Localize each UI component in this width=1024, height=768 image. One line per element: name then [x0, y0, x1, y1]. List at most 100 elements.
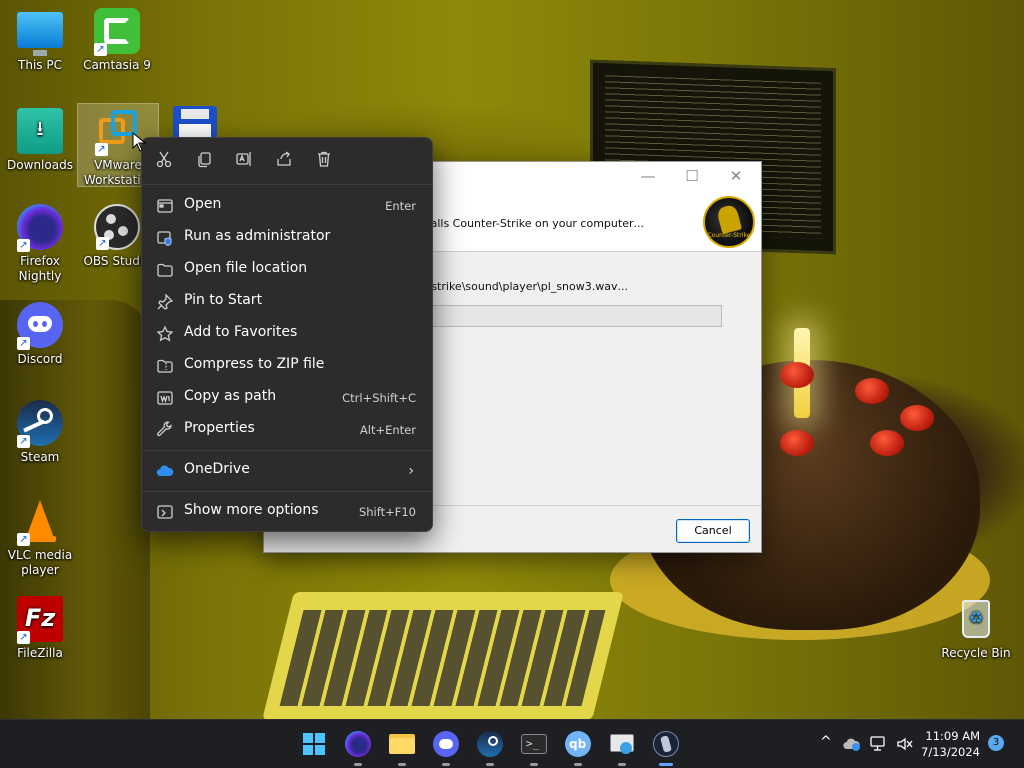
background-keyboard: [262, 592, 624, 720]
copy-path-icon: [156, 389, 174, 407]
menu-item-label: Pin to Start: [184, 292, 263, 308]
network-icon[interactable]: [870, 720, 890, 768]
folder-icon: [156, 261, 174, 279]
downloads-folder-icon: ⭳: [17, 108, 63, 154]
menu-item-label: Open file location: [184, 260, 308, 276]
taskbar-steam-icon[interactable]: [474, 728, 506, 766]
counter-strike-logo: Counter-Strike: [703, 196, 755, 248]
obs-studio-icon: ↗: [94, 204, 140, 250]
background-cherry: [855, 378, 889, 404]
menu-item-compress-to-zip[interactable]: Compress to ZIP file: [146, 350, 428, 380]
filezilla-icon: Fz ↗: [17, 596, 63, 644]
open-icon: [156, 197, 174, 215]
discord-icon: ↗: [17, 302, 63, 350]
shortcut-arrow-icon: ↗: [17, 533, 30, 546]
desktop-icon-discord[interactable]: ↗ Discord: [0, 302, 80, 367]
taskbar-counter-strike-icon[interactable]: [650, 728, 682, 766]
desktop-icon-label: Downloads: [7, 158, 73, 172]
minimize-button[interactable]: —: [633, 166, 663, 186]
menu-item-label: Show more options: [184, 502, 319, 518]
pin-icon: [156, 293, 174, 311]
background-cherry: [900, 405, 934, 431]
taskbar-terminal-icon[interactable]: >_: [518, 728, 550, 766]
shortcut-arrow-icon: ↗: [17, 435, 30, 448]
menu-item-add-to-favorites[interactable]: Add to Favorites: [146, 318, 428, 348]
onedrive-cloud-icon: [156, 462, 174, 480]
desktop-icon-filezilla[interactable]: Fz ↗ FileZilla: [0, 596, 80, 661]
notification-badge[interactable]: 3: [988, 735, 1004, 751]
menu-item-label: Open: [184, 196, 222, 212]
desktop-icon-recycle-bin[interactable]: ♻ Recycle Bin: [936, 596, 1016, 661]
shortcut-arrow-icon: ↗: [17, 631, 30, 644]
desktop-icon-firefox-nightly[interactable]: ↗ Firefox Nightly: [0, 204, 80, 284]
shortcut-arrow-icon: ↗: [94, 43, 107, 56]
clock-time: 11:09 AM: [925, 729, 980, 743]
menu-item-open[interactable]: Open Enter: [146, 190, 428, 220]
delete-icon[interactable]: [315, 150, 337, 172]
taskbar-discord-icon[interactable]: [430, 728, 462, 766]
logo-text: Counter-Strike: [707, 232, 751, 239]
monitor-icon: [17, 12, 63, 56]
menu-item-label: OneDrive: [184, 461, 250, 477]
maximize-button[interactable]: ☐: [677, 166, 707, 186]
close-button[interactable]: ✕: [721, 166, 751, 186]
background-cherry: [870, 430, 904, 456]
desktop-icon-label: Discord: [17, 352, 63, 366]
desktop-icon-label: Camtasia 9: [83, 58, 151, 72]
menu-item-onedrive[interactable]: OneDrive ›: [146, 455, 428, 485]
recycle-bin-icon: ♻: [953, 596, 999, 642]
menu-item-properties[interactable]: Properties Alt+Enter: [146, 414, 428, 444]
taskbar-file-explorer-icon[interactable]: [386, 728, 418, 766]
menu-item-show-more-options[interactable]: Show more options Shift+F10: [146, 496, 428, 526]
menu-item-label: Properties: [184, 420, 255, 436]
chevron-up-icon[interactable]: ^: [818, 720, 834, 768]
menu-item-label: Compress to ZIP file: [184, 356, 325, 372]
rename-icon[interactable]: [235, 150, 257, 172]
desktop-icon-label: Steam: [20, 450, 60, 464]
menu-item-shortcut: Alt+Enter: [359, 423, 416, 437]
floppy-save-icon[interactable]: [173, 106, 217, 140]
shortcut-arrow-icon: ↗: [96, 237, 109, 250]
star-icon: [156, 325, 174, 343]
taskbar-installer-icon[interactable]: [606, 728, 638, 766]
taskbar-clock[interactable]: 11:09 AM 7/13/2024: [921, 728, 980, 760]
shortcut-arrow-icon: ↗: [17, 239, 30, 252]
start-windows-icon[interactable]: [298, 728, 330, 760]
cancel-button[interactable]: Cancel: [676, 519, 750, 543]
clock-date: 7/13/2024: [921, 745, 980, 759]
desktop-icon-vlc[interactable]: ↗ VLC media player: [0, 498, 80, 578]
context-menu: Open Enter Run as administrator Open fil…: [141, 137, 433, 532]
wrench-icon: [156, 421, 174, 439]
menu-item-label: Add to Favorites: [184, 324, 298, 340]
more-options-icon: [156, 503, 174, 521]
menu-item-run-as-administrator[interactable]: Run as administrator: [146, 222, 428, 252]
share-icon[interactable]: [275, 150, 297, 172]
desktop-icon-this-pc[interactable]: This PC: [0, 8, 80, 73]
desktop-icon-label: This PC: [18, 58, 62, 72]
menu-item-pin-to-start[interactable]: Pin to Start: [146, 286, 428, 316]
desktop-icon-label: Firefox Nightly: [18, 254, 62, 283]
menu-item-shortcut: Ctrl+Shift+C: [342, 391, 416, 405]
desktop-icon-camtasia[interactable]: ↗ Camtasia 9: [77, 8, 157, 73]
cut-icon[interactable]: [155, 150, 177, 172]
chevron-right-icon: ›: [408, 463, 414, 479]
taskbar-firefox-nightly-icon[interactable]: [342, 728, 374, 766]
menu-item-open-file-location[interactable]: Open file location: [146, 254, 428, 284]
desktop-icon-steam[interactable]: ↗ Steam: [0, 400, 80, 465]
vlc-cone-icon: ↗: [17, 498, 63, 546]
taskbar: >_ qb ^ 11:09 AM 7/13/2024 3: [0, 719, 1024, 768]
onedrive-tray-icon[interactable]: [842, 720, 862, 768]
background-cherry: [780, 362, 814, 388]
firefox-nightly-icon: ↗: [17, 204, 63, 252]
zip-folder-icon: [156, 357, 174, 375]
menu-separator: [142, 450, 432, 451]
shortcut-arrow-icon: ↗: [95, 143, 108, 156]
volume-muted-icon[interactable]: [896, 720, 916, 768]
taskbar-qbittorrent-icon[interactable]: qb: [562, 728, 594, 766]
desktop-icon-downloads[interactable]: ⭳ Downloads: [0, 108, 80, 173]
shortcut-arrow-icon: ↗: [17, 337, 30, 350]
menu-separator: [142, 491, 432, 492]
copy-icon[interactable]: [195, 150, 217, 172]
admin-shield-icon: [156, 229, 174, 247]
menu-item-copy-as-path[interactable]: Copy as path Ctrl+Shift+C: [146, 382, 428, 412]
